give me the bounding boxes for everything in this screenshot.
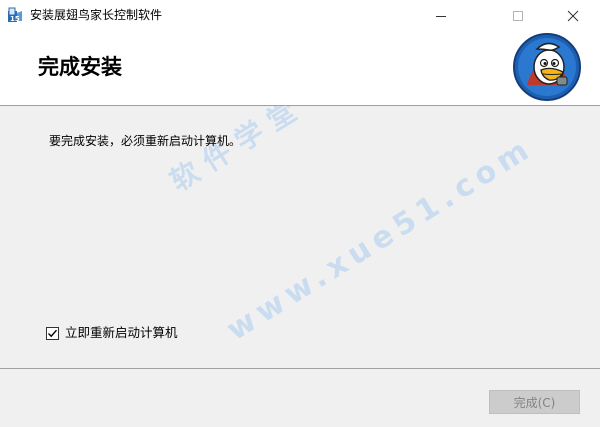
wizard-header: 完成安装	[0, 31, 600, 105]
close-icon	[567, 10, 579, 21]
installer-window: 15 安装展翅鸟家长控制软件 完成安装 www.xue51.com 软件学堂 要…	[0, 0, 600, 427]
checkmark-icon	[48, 329, 58, 337]
page-title: 完成安装	[38, 55, 122, 79]
eagle-mascot-icon	[513, 33, 581, 101]
wizard-footer: 完成(C)	[0, 369, 600, 427]
close-button[interactable]	[550, 0, 596, 31]
watermark-site-name: 软件学堂	[164, 106, 310, 198]
minimize-icon	[436, 15, 446, 17]
restart-required-message: 要完成安装，必须重新启动计算机。	[49, 134, 242, 148]
maximize-button[interactable]	[495, 0, 541, 31]
installer-app-icon: 15	[7, 7, 23, 23]
watermark-url: www.xue51.com	[221, 130, 540, 348]
finish-button[interactable]: 完成(C)	[489, 390, 580, 414]
restart-now-checkbox[interactable]	[46, 326, 59, 340]
window-title: 安装展翅鸟家长控制软件	[30, 8, 163, 22]
maximize-icon	[513, 10, 523, 21]
title-bar[interactable]: 15 安装展翅鸟家长控制软件	[0, 0, 600, 31]
content-panel: www.xue51.com 软件学堂 要完成安装，必须重新启动计算机。 立即重新…	[0, 106, 600, 368]
restart-now-label[interactable]: 立即重新启动计算机	[65, 325, 178, 341]
svg-text:15: 15	[10, 15, 20, 23]
restart-now-option[interactable]: 立即重新启动计算机	[46, 325, 178, 341]
minimize-button[interactable]	[418, 0, 464, 31]
